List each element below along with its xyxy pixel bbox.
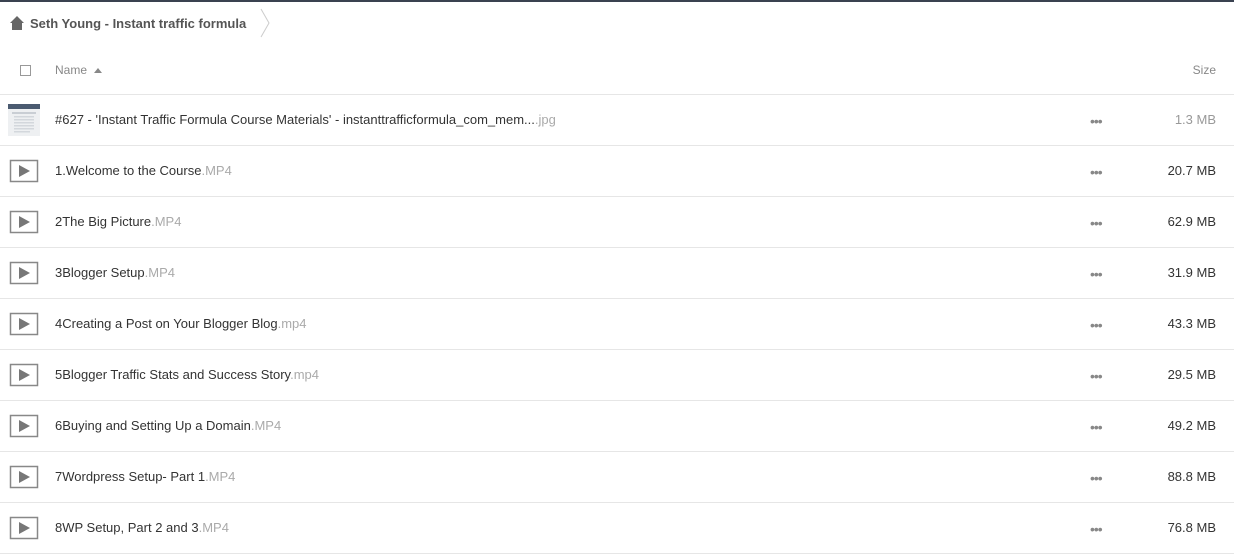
breadcrumb-folder[interactable]: Seth Young - Instant traffic formula bbox=[30, 16, 246, 31]
file-row[interactable]: 8WP Setup, Part 2 and 3.MP4 ••• 76.8 MB bbox=[0, 503, 1234, 554]
file-row[interactable]: 6Buying and Setting Up a Domain.MP4 ••• … bbox=[0, 401, 1234, 452]
file-row[interactable]: 5Blogger Traffic Stats and Success Story… bbox=[0, 350, 1234, 401]
file-size: 76.8 MB bbox=[1167, 520, 1216, 535]
file-name[interactable]: 5Blogger Traffic Stats and Success Story… bbox=[55, 367, 319, 382]
file-name[interactable]: 6Buying and Setting Up a Domain.MP4 bbox=[55, 418, 281, 433]
more-options-icon[interactable]: ••• bbox=[1090, 266, 1103, 282]
file-extension: .mp4 bbox=[277, 316, 307, 331]
file-size: 49.2 MB bbox=[1167, 418, 1216, 433]
file-size: 62.9 MB bbox=[1167, 214, 1216, 229]
more-options-icon[interactable]: ••• bbox=[1090, 521, 1103, 537]
size-column-header[interactable]: Size bbox=[1193, 63, 1216, 77]
more-options-icon[interactable]: ••• bbox=[1090, 164, 1103, 180]
file-size: 31.9 MB bbox=[1167, 265, 1216, 280]
file-extension: .jpg bbox=[534, 112, 556, 127]
name-column-label: Name bbox=[55, 63, 88, 77]
name-column-header[interactable]: Name bbox=[55, 63, 103, 77]
image-thumbnail bbox=[8, 104, 40, 136]
file-row[interactable]: 7Wordpress Setup- Part 1.MP4 ••• 88.8 MB bbox=[0, 452, 1234, 503]
file-name[interactable]: #627 - 'Instant Traffic Formula Course M… bbox=[55, 112, 556, 127]
file-extension: .MP4 bbox=[205, 469, 236, 484]
chevron-right-icon bbox=[260, 8, 270, 38]
video-play-icon bbox=[9, 210, 39, 234]
video-play-icon bbox=[9, 159, 39, 183]
video-play-icon bbox=[9, 312, 39, 336]
file-name[interactable]: 7Wordpress Setup- Part 1.MP4 bbox=[55, 469, 235, 484]
more-options-icon[interactable]: ••• bbox=[1090, 368, 1103, 384]
more-options-icon[interactable]: ••• bbox=[1090, 470, 1103, 486]
file-size: 88.8 MB bbox=[1167, 469, 1216, 484]
file-size: 20.7 MB bbox=[1167, 163, 1216, 178]
select-all-checkbox[interactable] bbox=[20, 65, 31, 76]
file-name[interactable]: 3Blogger Setup.MP4 bbox=[55, 265, 175, 280]
file-name[interactable]: 1.Welcome to the Course.MP4 bbox=[55, 163, 232, 178]
top-border bbox=[0, 0, 1234, 2]
more-options-icon[interactable]: ••• bbox=[1090, 419, 1103, 435]
video-play-icon bbox=[9, 516, 39, 540]
file-name[interactable]: 4Creating a Post on Your Blogger Blog.mp… bbox=[55, 316, 307, 331]
file-name[interactable]: 8WP Setup, Part 2 and 3.MP4 bbox=[55, 520, 229, 535]
file-size: 29.5 MB bbox=[1167, 367, 1216, 382]
file-extension: .MP4 bbox=[198, 520, 229, 535]
sort-ascending-icon bbox=[94, 68, 103, 73]
file-size: 1.3 MB bbox=[1174, 112, 1216, 127]
video-play-icon bbox=[9, 363, 39, 387]
home-icon[interactable] bbox=[9, 15, 25, 31]
breadcrumb: Seth Young - Instant traffic formula bbox=[9, 8, 270, 38]
file-extension: .MP4 bbox=[201, 163, 232, 178]
file-row[interactable]: 2The Big Picture.MP4 ••• 62.9 MB bbox=[0, 197, 1234, 248]
file-row[interactable]: 4Creating a Post on Your Blogger Blog.mp… bbox=[0, 299, 1234, 350]
file-extension: .MP4 bbox=[151, 214, 182, 229]
more-options-icon[interactable]: ••• bbox=[1090, 113, 1103, 129]
file-row[interactable]: 3Blogger Setup.MP4 ••• 31.9 MB bbox=[0, 248, 1234, 299]
file-row[interactable]: 1.Welcome to the Course.MP4 ••• 20.7 MB bbox=[0, 146, 1234, 197]
more-options-icon[interactable]: ••• bbox=[1090, 317, 1103, 333]
video-play-icon bbox=[9, 261, 39, 285]
file-extension: .MP4 bbox=[250, 418, 282, 433]
more-options-icon[interactable]: ••• bbox=[1090, 215, 1103, 231]
file-extension: .mp4 bbox=[290, 367, 319, 382]
video-play-icon bbox=[9, 414, 39, 438]
file-row[interactable]: #627 - 'Instant Traffic Formula Course M… bbox=[0, 95, 1234, 146]
file-list: #627 - 'Instant Traffic Formula Course M… bbox=[0, 95, 1234, 554]
video-play-icon bbox=[9, 465, 39, 489]
file-extension: .MP4 bbox=[144, 265, 175, 280]
file-list-header: Name Size bbox=[0, 48, 1234, 95]
file-size: 43.3 MB bbox=[1167, 316, 1216, 331]
file-name[interactable]: 2The Big Picture.MP4 bbox=[55, 214, 181, 229]
